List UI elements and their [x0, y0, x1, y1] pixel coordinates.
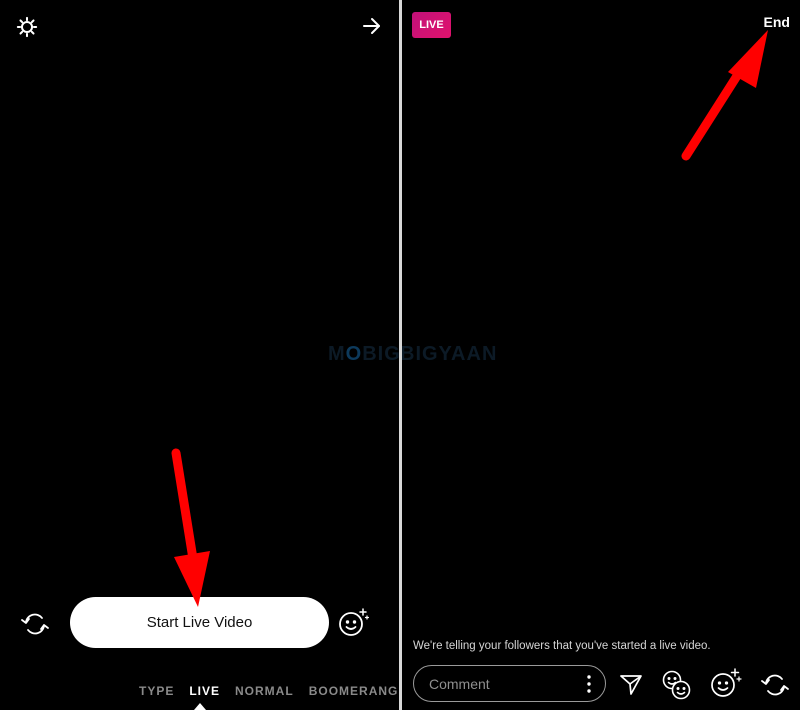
live-badge: LIVE [412, 12, 451, 38]
live-badge-label: LIVE [419, 19, 444, 31]
camera-mode-selector: TYPE LIVE NORMAL BOOMERANG S [139, 684, 399, 698]
switch-camera-icon[interactable] [20, 610, 50, 638]
comment-placeholder: Comment [429, 675, 490, 692]
mode-type[interactable]: TYPE [139, 684, 174, 698]
send-icon[interactable] [619, 672, 643, 696]
annotation-arrow [171, 448, 210, 607]
start-live-video-label: Start Live Video [146, 614, 253, 631]
mode-live[interactable]: LIVE [189, 684, 220, 698]
camera-live-setup-panel: MOBIGYAAN Start Live Video TYPE LIVE NOR… [0, 0, 399, 710]
watermark: MOBIGYAAN [328, 343, 399, 365]
more-options-icon[interactable] [587, 675, 591, 693]
active-mode-indicator [194, 703, 206, 710]
live-notice-text: We're telling your followers that you've… [413, 640, 711, 652]
annotation-arrow [681, 30, 768, 161]
comment-input[interactable]: Comment [413, 665, 606, 702]
face-effects-icon[interactable] [708, 666, 742, 700]
settings-gear-icon[interactable] [16, 16, 38, 38]
watermark-continued: BIGYAAN [402, 343, 498, 365]
mode-boomerang[interactable]: BOOMERANG [309, 684, 399, 698]
face-effects-icon[interactable] [337, 607, 369, 639]
mode-normal[interactable]: NORMAL [235, 684, 294, 698]
live-broadcast-panel: LIVE End BIGYAAN We're telling your foll… [402, 0, 800, 710]
switch-camera-icon[interactable] [760, 671, 790, 699]
arrow-right-icon[interactable] [362, 16, 382, 36]
guests-icon[interactable] [661, 669, 693, 701]
